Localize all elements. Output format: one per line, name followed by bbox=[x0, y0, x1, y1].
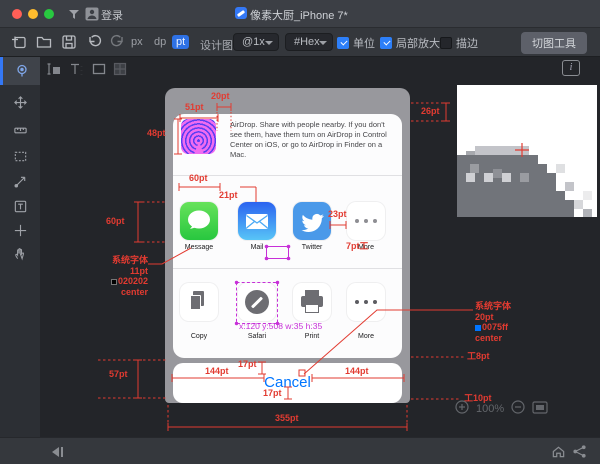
checkbox-unit[interactable]: 单位 bbox=[337, 35, 375, 51]
airdrop-icon[interactable] bbox=[181, 119, 216, 154]
zoom-in-button[interactable] bbox=[455, 400, 469, 417]
measure-label[interactable]: 7pt工 bbox=[346, 239, 369, 252]
zoom-level-value: 100% bbox=[476, 403, 504, 415]
print-action-icon[interactable] bbox=[293, 283, 331, 321]
measure-label[interactable]: 144pt bbox=[345, 366, 369, 376]
color-swatch bbox=[111, 279, 117, 285]
hand-tool[interactable] bbox=[0, 240, 40, 266]
window-title: 像素大厨_iPhone 7* bbox=[250, 7, 348, 23]
more-apps-icon[interactable] bbox=[347, 202, 385, 240]
title-bar: 登录 像素大厨_iPhone 7* bbox=[0, 0, 600, 28]
design-canvas[interactable]: i AirDrop. Share with people nearby. If … bbox=[40, 57, 600, 437]
info-panel-button[interactable]: i bbox=[562, 60, 580, 76]
measure-label[interactable]: 23pt bbox=[328, 209, 347, 219]
app-label[interactable]: Message bbox=[173, 244, 225, 251]
design-scale-label: 设计图: bbox=[200, 37, 236, 53]
share-sheet-design[interactable]: AirDrop. Share with people nearby. If yo… bbox=[165, 88, 410, 403]
open-folder-icon[interactable] bbox=[35, 33, 53, 51]
slice-tool-button[interactable]: 切图工具 bbox=[521, 32, 587, 54]
measure-label[interactable]: 26pt bbox=[421, 106, 440, 116]
user-account-icon[interactable] bbox=[84, 6, 100, 27]
home-button[interactable] bbox=[551, 444, 566, 464]
measure-label[interactable]: 51pt bbox=[185, 102, 204, 112]
twitter-app-icon[interactable] bbox=[293, 202, 331, 240]
measure-label[interactable]: 144pt bbox=[205, 366, 229, 376]
redo-icon[interactable] bbox=[108, 33, 126, 51]
text-tool[interactable] bbox=[0, 193, 40, 219]
color-swatch bbox=[475, 325, 481, 331]
measure-label[interactable]: 工8pt bbox=[467, 349, 490, 362]
main-toolbar: px dp pt 设计图: @1x #Hex 单位 局部放大 描边 切图工具 bbox=[0, 28, 600, 57]
action-label[interactable]: More bbox=[340, 333, 392, 340]
measure-label[interactable]: 20pt bbox=[211, 91, 230, 101]
app-label[interactable]: Mail bbox=[231, 244, 283, 251]
tool-sidebar bbox=[0, 57, 40, 437]
selection-bounds-label[interactable]: x:120 y:508 w:35 h:35 bbox=[239, 321, 322, 331]
measure-label[interactable]: 60pt bbox=[106, 216, 125, 226]
color-format-select[interactable]: #Hex bbox=[285, 33, 333, 51]
mail-app-icon[interactable] bbox=[238, 202, 276, 240]
close-window-button[interactable] bbox=[12, 9, 22, 19]
minimize-window-button[interactable] bbox=[28, 9, 38, 19]
action-label[interactable]: Print bbox=[286, 333, 338, 340]
unit-px-button[interactable]: px bbox=[127, 35, 147, 49]
bottom-bar bbox=[0, 437, 600, 464]
marquee-tool[interactable] bbox=[0, 143, 40, 169]
more-actions-icon[interactable] bbox=[347, 283, 385, 321]
font-annotation-left[interactable]: 系统字体 11pt 020202 center bbox=[80, 255, 148, 297]
cancel-button-label[interactable]: Cancel bbox=[173, 374, 402, 391]
safari-action-icon[interactable] bbox=[238, 283, 276, 321]
measure-label[interactable]: 355pt bbox=[275, 413, 299, 423]
app-label[interactable]: Twitter bbox=[286, 244, 338, 251]
annotation-region-icon[interactable] bbox=[112, 61, 129, 78]
smart-measure-tool[interactable] bbox=[0, 57, 40, 85]
measure-label[interactable]: 17pt bbox=[238, 359, 257, 369]
annotation-text-icon[interactable] bbox=[69, 61, 86, 78]
magnified-pixels bbox=[457, 85, 597, 217]
save-icon[interactable] bbox=[60, 33, 78, 51]
distance-measure-tool[interactable] bbox=[0, 168, 40, 194]
app-icon bbox=[235, 7, 247, 19]
login-button[interactable]: 登录 bbox=[101, 7, 123, 23]
undo-icon[interactable] bbox=[86, 33, 104, 51]
action-label[interactable]: Safari bbox=[231, 333, 283, 340]
measure-label[interactable]: 48pt bbox=[147, 128, 166, 138]
message-app-icon[interactable] bbox=[180, 202, 218, 240]
zoom-controls: 100% bbox=[455, 400, 548, 417]
copy-action-icon[interactable] bbox=[180, 283, 218, 321]
share-button[interactable] bbox=[572, 444, 587, 464]
zoom-out-button[interactable] bbox=[511, 400, 525, 417]
unit-dp-button[interactable]: dp bbox=[150, 35, 170, 49]
collapse-panel-button[interactable] bbox=[52, 446, 66, 458]
divider bbox=[173, 268, 402, 269]
checkbox-icon bbox=[440, 37, 452, 49]
unit-pt-button[interactable]: pt bbox=[172, 35, 189, 49]
measure-label[interactable]: 60pt bbox=[189, 173, 208, 183]
move-tool[interactable] bbox=[0, 89, 40, 115]
chevron-down-icon bbox=[319, 41, 327, 45]
checkbox-icon bbox=[337, 37, 349, 49]
annotation-size-icon[interactable] bbox=[46, 61, 63, 78]
checkbox-local-magnify[interactable]: 局部放大 bbox=[380, 35, 440, 51]
annotation-rect-icon[interactable] bbox=[91, 61, 108, 78]
measure-label[interactable]: 57pt bbox=[109, 369, 128, 379]
font-annotation-right[interactable]: 系统字体 20pt 0075ff center bbox=[475, 301, 511, 343]
zoom-window-button[interactable] bbox=[44, 9, 54, 19]
airdrop-description[interactable]: AirDrop. Share with people nearby. If yo… bbox=[230, 120, 395, 160]
measure-label[interactable]: 17pt bbox=[263, 388, 282, 398]
scale-select[interactable]: @1x bbox=[233, 33, 279, 51]
ruler-tool[interactable] bbox=[0, 117, 40, 143]
dropdown-menu-icon[interactable] bbox=[66, 6, 82, 27]
fit-screen-button[interactable] bbox=[532, 401, 548, 417]
chevron-down-icon bbox=[265, 41, 273, 45]
action-label[interactable]: Copy bbox=[173, 333, 225, 340]
checkbox-icon bbox=[380, 37, 392, 49]
measure-label[interactable]: 21pt bbox=[219, 190, 238, 200]
new-project-icon[interactable] bbox=[10, 33, 28, 51]
checkbox-stroke[interactable]: 描边 bbox=[440, 35, 478, 51]
magnifier-panel bbox=[457, 85, 597, 217]
triangle-left-icon bbox=[52, 447, 59, 457]
